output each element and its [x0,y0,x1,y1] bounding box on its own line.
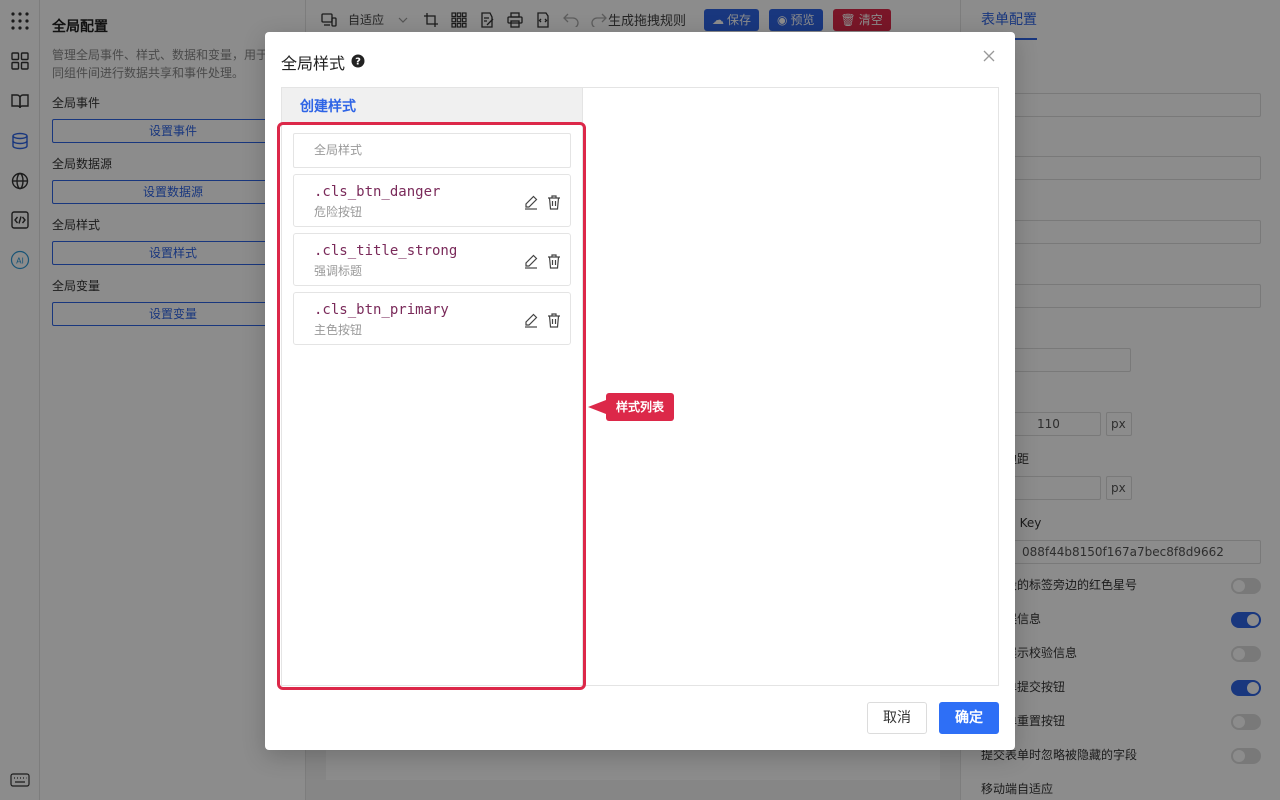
create-style-tab[interactable]: 创建样式 [282,88,582,124]
dialog-title: 全局样式 ? [281,50,365,74]
style-editor-area[interactable] [583,88,998,685]
close-icon[interactable] [979,46,999,66]
style-list-callout: 样式列表 [587,393,675,421]
svg-text:?: ? [355,56,361,67]
style-list-highlight [277,122,586,690]
help-icon[interactable]: ? [351,53,365,72]
dialog-title-text: 全局样式 [281,54,346,73]
cancel-button[interactable]: 取消 [867,702,927,734]
ok-button[interactable]: 确定 [939,702,999,734]
